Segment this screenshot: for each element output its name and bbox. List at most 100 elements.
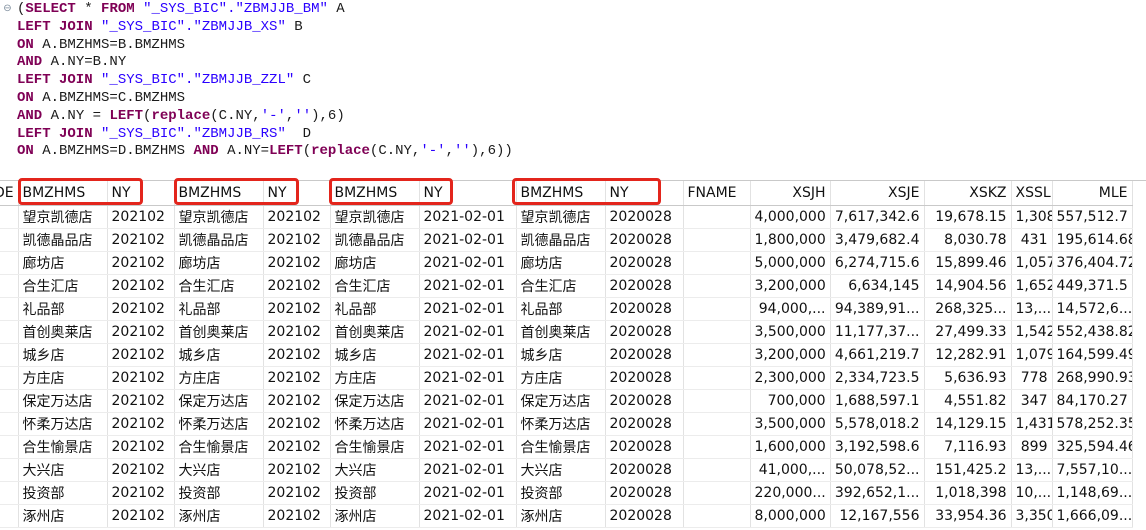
table-cell[interactable]: 202102	[263, 435, 331, 459]
table-cell[interactable]	[683, 481, 751, 505]
table-cell[interactable]: 首创奥莱店	[330, 320, 420, 344]
table-cell[interactable]	[683, 366, 751, 390]
table-cell[interactable]: 202102	[107, 343, 175, 367]
table-row[interactable]: 城乡店 202102 城乡店 202102 城乡店 2021-02-01 城乡店 202002…	[0, 343, 1133, 367]
table-cell[interactable]: 8,030.78	[924, 228, 1012, 252]
table-cell[interactable]: 合生愉景店	[18, 435, 108, 459]
table-cell[interactable]: 220,000...	[750, 481, 831, 505]
table-cell[interactable]: 首创奥莱店	[18, 320, 108, 344]
table-cell[interactable]	[683, 274, 751, 298]
table-row[interactable]: 望京凯德店 202102 望京凯德店 202102 望京凯德店 2021-02-01 望京凯…	[0, 205, 1133, 229]
sql-line[interactable]: ON A.BMZHMS=D.BMZHMS AND A.NY=LEFT(repla…	[17, 143, 513, 160]
table-cell[interactable]: 2021-02-01	[419, 205, 517, 229]
table-cell[interactable]: 凯德晶品店	[330, 228, 420, 252]
table-cell[interactable]: 2020028	[605, 435, 684, 459]
table-cell[interactable]: 2020028	[605, 458, 684, 482]
column-header-ny[interactable]: NY	[107, 181, 175, 206]
table-cell[interactable]: 202102	[263, 228, 331, 252]
table-cell[interactable]: 13,...	[1011, 458, 1053, 482]
table-cell[interactable]: 202102	[263, 297, 331, 321]
table-cell[interactable]: 2021-02-01	[419, 274, 517, 298]
table-cell[interactable]: 怀柔万达店	[330, 412, 420, 436]
table-cell[interactable]	[683, 320, 751, 344]
table-cell[interactable]: 14,904.56	[924, 274, 1012, 298]
table-cell[interactable]: 449,371.5	[1052, 274, 1133, 298]
table-cell[interactable]: 84,170.27	[1052, 389, 1133, 413]
table-cell[interactable]: 2020028	[605, 343, 684, 367]
table-cell[interactable]: 投资部	[174, 481, 264, 505]
table-cell[interactable]: 202102	[107, 458, 175, 482]
table-cell[interactable]: 2021-02-01	[419, 228, 517, 252]
table-cell[interactable]: 涿州店	[18, 504, 108, 528]
table-cell[interactable]: 2020028	[605, 504, 684, 528]
column-header-bmzhms[interactable]: BMZHMS	[330, 181, 420, 206]
table-cell[interactable]: 礼品部	[516, 297, 606, 321]
table-cell[interactable]	[0, 205, 19, 229]
table-row[interactable]: 合生汇店 202102 合生汇店 202102 合生汇店 2021-02-01 合生汇店 20…	[0, 274, 1133, 298]
table-cell[interactable]: 凯德晶品店	[516, 228, 606, 252]
table-cell[interactable]: 首创奥莱店	[516, 320, 606, 344]
table-cell[interactable]: 城乡店	[174, 343, 264, 367]
sql-line[interactable]: ON A.BMZHMS=B.BMZHMS	[17, 37, 185, 54]
table-cell[interactable]	[683, 297, 751, 321]
table-cell[interactable]: 首创奥莱店	[174, 320, 264, 344]
sql-line[interactable]: ON A.BMZHMS=C.BMZHMS	[17, 90, 185, 107]
table-cell[interactable]: 2020028	[605, 251, 684, 275]
table-cell[interactable]: 2,300,000	[750, 366, 831, 390]
table-cell[interactable]: 1,308	[1011, 205, 1053, 229]
table-cell[interactable]: 2021-02-01	[419, 389, 517, 413]
table-cell[interactable]: 保定万达店	[516, 389, 606, 413]
table-cell[interactable]: 1,542	[1011, 320, 1053, 344]
sql-line[interactable]: LEFT JOIN "_SYS_BIC"."ZBMJJB_RS" D	[17, 126, 311, 143]
table-cell[interactable]	[0, 504, 19, 528]
table-cell[interactable]: 392,652,1...	[830, 481, 925, 505]
table-cell[interactable]: 2020028	[605, 389, 684, 413]
table-cell[interactable]: 怀柔万达店	[516, 412, 606, 436]
sql-editor[interactable]: ⊖ (SELECT * FROM "_SYS_BIC"."ZBMJJB_BM" …	[0, 0, 1146, 180]
table-cell[interactable]: 投资部	[330, 481, 420, 505]
table-cell[interactable]: 202102	[107, 297, 175, 321]
table-cell[interactable]: 保定万达店	[174, 389, 264, 413]
table-cell[interactable]	[0, 228, 19, 252]
table-cell[interactable]: 202102	[107, 274, 175, 298]
table-cell[interactable]: 202102	[263, 481, 331, 505]
table-cell[interactable]: 2020028	[605, 297, 684, 321]
table-cell[interactable]	[683, 343, 751, 367]
table-cell[interactable]: 5,578,018.2	[830, 412, 925, 436]
table-cell[interactable]	[0, 274, 19, 298]
table-cell[interactable]	[683, 251, 751, 275]
table-cell[interactable]: 怀柔万达店	[18, 412, 108, 436]
table-cell[interactable]: 268,325...	[924, 297, 1012, 321]
table-cell[interactable]: 1,688,597.1	[830, 389, 925, 413]
table-cell[interactable]	[0, 343, 19, 367]
table-cell[interactable]	[683, 205, 751, 229]
table-cell[interactable]: 2021-02-01	[419, 435, 517, 459]
table-cell[interactable]: 899	[1011, 435, 1053, 459]
table-row[interactable]: 礼品部 202102 礼品部 202102 礼品部 2021-02-01 礼品部 202002…	[0, 297, 1133, 321]
table-cell[interactable]: 涿州店	[330, 504, 420, 528]
table-cell[interactable]: 202102	[263, 412, 331, 436]
table-cell[interactable]: 4,661,219.7	[830, 343, 925, 367]
table-cell[interactable]: 50,078,52...	[830, 458, 925, 482]
table-cell[interactable]: 202102	[107, 435, 175, 459]
table-cell[interactable]: 552,438.82	[1052, 320, 1133, 344]
table-cell[interactable]: 大兴店	[516, 458, 606, 482]
table-cell[interactable]: 325,594.46	[1052, 435, 1133, 459]
table-cell[interactable]: 合生愉景店	[516, 435, 606, 459]
table-cell[interactable]: 望京凯德店	[174, 205, 264, 229]
table-cell[interactable]: 5,636.93	[924, 366, 1012, 390]
table-cell[interactable]: 164,599.49	[1052, 343, 1133, 367]
column-header-xskz[interactable]: XSKZ	[924, 181, 1012, 206]
table-cell[interactable]: 202102	[263, 343, 331, 367]
table-cell[interactable]: 1,431	[1011, 412, 1053, 436]
column-header-xsjh[interactable]: XSJH	[750, 181, 831, 206]
table-cell[interactable]: 2021-02-01	[419, 343, 517, 367]
table-cell[interactable]: 202102	[263, 274, 331, 298]
table-cell[interactable]: 2021-02-01	[419, 320, 517, 344]
table-cell[interactable]: 望京凯德店	[516, 205, 606, 229]
collapse-icon[interactable]: ⊖	[3, 3, 12, 15]
table-cell[interactable]	[0, 320, 19, 344]
table-cell[interactable]: 合生愉景店	[330, 435, 420, 459]
table-cell[interactable]: 方庄店	[516, 366, 606, 390]
column-header-ny[interactable]: NY	[419, 181, 517, 206]
